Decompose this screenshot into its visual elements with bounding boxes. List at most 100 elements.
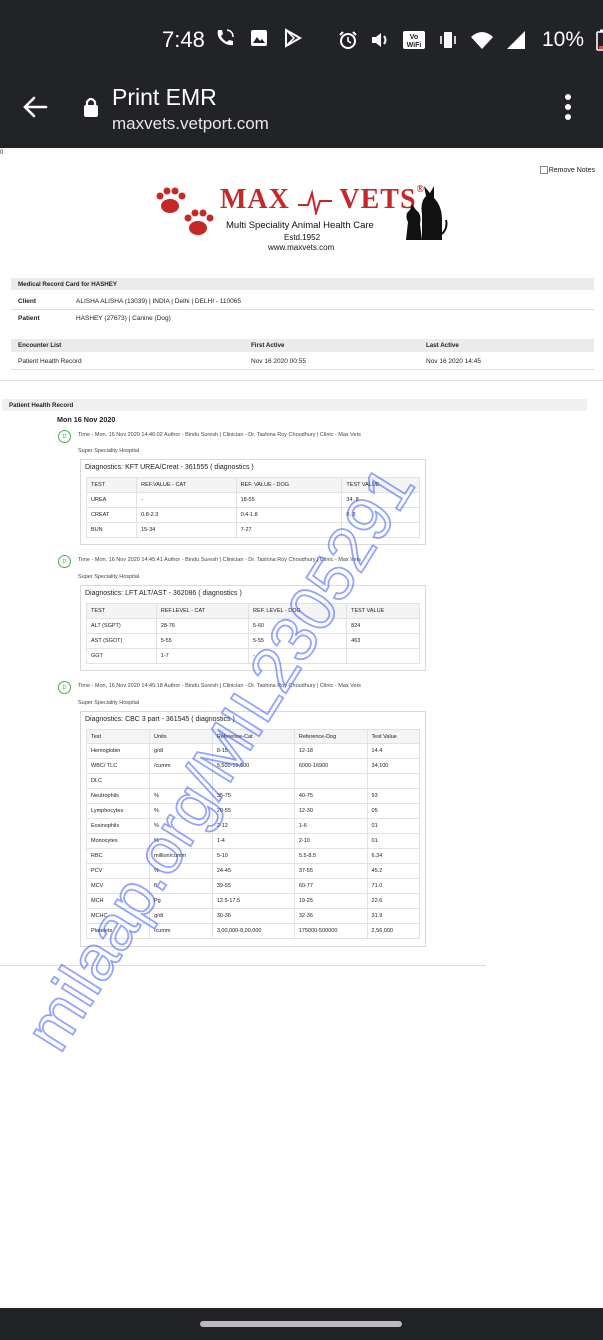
table-row: Platelets/cumm 3,00,000-8,00,000 175000-50… [86, 923, 421, 939]
table-cell: 05 [366, 803, 421, 819]
diagnostics-title: Diagnostics: CBC 3 part - 361545 ( diagn… [85, 716, 235, 723]
table-cell: Hemoglobin [86, 743, 150, 759]
record-card-heading: Medical Record Card for HASHEY [11, 278, 594, 290]
vibrate-icon [440, 32, 456, 48]
heartbeat-icon [297, 188, 332, 217]
table-cell [366, 773, 421, 789]
encounter-header: Encounter List First Active Last Active [11, 339, 594, 352]
client-value: ALISHA ALISHA (13039) | INDIA | Delhi | … [76, 297, 242, 305]
table-cell: 12-18 [293, 743, 368, 759]
table-row: MCHC g/dl 30-36 32-36 31.9 [86, 908, 421, 924]
table-cell: MCHC [86, 908, 150, 924]
table-cell: 1-4 [211, 833, 295, 849]
table-cell: 20-55 [211, 803, 295, 819]
diagnostics-table: TEST REF.LEVEL - CAT REF. LEVEL - DOG TEST … [86, 603, 420, 664]
patient-row: Patient HASHEY (27673) | Canine (Dog) [11, 310, 594, 326]
table-cell [211, 773, 295, 789]
system-nav-bar [0, 1308, 603, 1340]
vowifi-icon: VoWiFi [403, 31, 425, 49]
back-arrow-icon[interactable] [20, 92, 50, 122]
table-cell [293, 773, 368, 789]
table-cell: Pg [149, 893, 213, 909]
table-cell: 71.0 [366, 878, 421, 894]
table-row: PCV% 24-45 37-55 45.2 [86, 863, 421, 879]
remove-notes-checkbox[interactable]: Remove Notes [539, 166, 595, 174]
table-cell: 6.34 [366, 848, 421, 864]
diagnostics-card: Diagnostics: KFT UREA/Creat - 361555 ( d… [80, 459, 426, 545]
table-cell: 93 [366, 788, 421, 804]
table-cell: 01 [366, 833, 421, 849]
encounter-date: Mon 16 Nov 2020 [57, 415, 116, 424]
table-cell: DLC [86, 773, 150, 789]
patient-value: HASHEY (27673) | Canine (Dog) [76, 314, 171, 322]
entry-subtitle: Super Speciality Hospital [78, 700, 140, 706]
table-cell: 6000-16900 [293, 758, 368, 774]
table-cell: Monocytes [86, 833, 150, 849]
cat-dog-silhouette-icon [406, 186, 448, 240]
table-cell: 34,100 [366, 758, 421, 774]
table-cell: % [149, 833, 213, 849]
table-cell: 5.5-8.5 [293, 848, 368, 864]
alarm-icon [339, 31, 357, 49]
table-row: Eosinophils% 2-12 1-6 01 [86, 818, 421, 834]
table-cell: 1-6 [293, 818, 368, 834]
entry-meta: Time - Mon, 16 Nov 2020 14:46:02 Author … [78, 432, 361, 438]
clinic-established: Estd.1952 [284, 233, 321, 242]
table-cell: MCH [86, 893, 150, 909]
table-cell: 22.6 [366, 893, 421, 909]
table-cell: 2-12 [211, 818, 295, 834]
table-cell: Lymphocytes [86, 803, 150, 819]
table-cell: MCV [86, 878, 150, 894]
entry-subtitle: Super Speciality Hospital [78, 448, 140, 454]
clinic-subtitle: Multi Speciality Animal Health Care [226, 220, 374, 231]
brand-name: MAX VETS® [220, 184, 426, 217]
table-cell: g/dl [149, 908, 213, 924]
table-cell: 5-10 [211, 848, 295, 864]
diagnostics-card: Diagnostics: CBC 3 part - 361545 ( diagn… [80, 711, 426, 947]
table-cell: % [149, 803, 213, 819]
table-cell: % [149, 863, 213, 879]
table-cell: 40-75 [293, 788, 368, 804]
lock-icon [84, 97, 98, 117]
table-cell: 175000-500000 [293, 923, 368, 939]
table-cell: 19-25 [293, 893, 368, 909]
emr-document: 0 Remove Notes MAX VETS® Multi Specialit… [0, 148, 603, 1308]
table-row: Neutrophils% 35-75 40-75 93 [86, 788, 421, 804]
table-cell: 14.4 [366, 743, 421, 759]
battery-percent: 10% [542, 28, 585, 51]
table-cell: /cumm [149, 758, 213, 774]
diagnostics-title: Diagnostics: LFT ALT/AST - 362086 ( diag… [85, 590, 242, 597]
table-row: WBC/ TLC/cumm 5,500-19,500 6000-16900 34,10… [86, 758, 421, 774]
table-cell: 12-30 [293, 803, 368, 819]
table-row: Hemoglobin g/dl 8-15 12-18 14.4 [86, 743, 421, 759]
diagnostics-card: Diagnostics: LFT ALT/AST - 362086 ( diag… [80, 585, 426, 671]
table-cell: 12.5-17.5 [211, 893, 295, 909]
table-row: Lymphocytes% 20-55 12-30 05 [86, 803, 421, 819]
entry-meta: Time - Mon, 16 Nov 2020 14:45:18 Author … [78, 683, 361, 689]
gallery-icon [251, 30, 267, 46]
app-bar: Print EMR maxvets.vetport.com [0, 78, 603, 148]
overflow-menu-icon[interactable] [562, 94, 574, 122]
table-cell: % [149, 788, 213, 804]
home-gesture-pill[interactable] [200, 1321, 402, 1327]
table-row: MCH Pg 12.5-17.5 19-25 22.6 [86, 893, 421, 909]
page-url[interactable]: maxvets.vetport.com [112, 114, 269, 134]
client-row: Client ALISHA ALISHA (13039) | INDIA | D… [11, 293, 594, 309]
status-time: 7:48 [162, 27, 205, 52]
encounter-row[interactable]: Patient Health Record Nov 16 2020 00:55 … [11, 354, 594, 368]
entry-meta: Time - Mon, 16 Nov 2020 14:45:41 Author … [78, 557, 361, 563]
diagnostics-title: Diagnostics: KFT UREA/Creat - 361555 ( d… [85, 464, 254, 471]
checkbox-icon[interactable] [539, 166, 548, 174]
entry-type-badge: D [58, 681, 71, 694]
page-number: 0 [0, 150, 4, 156]
clinic-website: www.maxvets.com [268, 243, 335, 252]
wifi-icon [471, 32, 493, 49]
client-label: Client [18, 297, 37, 305]
table-cell: 39-55 [211, 878, 295, 894]
table-cell: Neutrophils [86, 788, 150, 804]
entry-subtitle: Super Speciality Hospital [78, 574, 140, 580]
table-cell: 45.2 [366, 863, 421, 879]
table-row: MCV fl 39-55 60-77 71.0 [86, 878, 421, 894]
status-bar: 7:48 Vo WiFi 10% [0, 0, 603, 78]
table-cell: 31.9 [366, 908, 421, 924]
